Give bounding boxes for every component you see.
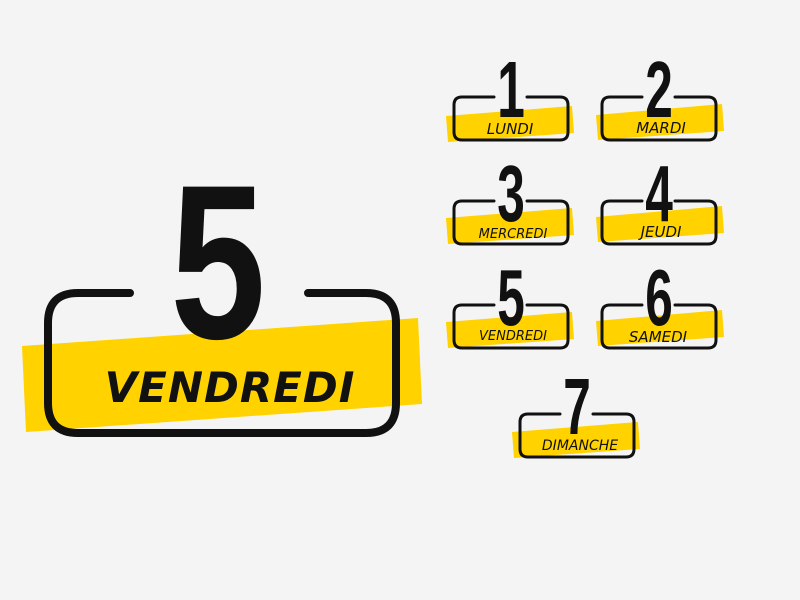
featured-day-label: VENDREDI bbox=[105, 363, 356, 412]
day-badge-samedi: 6 SAMEDI bbox=[596, 254, 724, 350]
day-label: MERCREDI bbox=[479, 227, 548, 242]
featured-badge: 5 VENDREDI bbox=[22, 138, 422, 437]
day-badge-lundi: 1 LUNDI bbox=[446, 46, 574, 142]
day-number: 3 bbox=[497, 150, 525, 239]
weekday-badges-illustration: 5 VENDREDI 1 LUNDI 2 MARDI 3 MERCREDI 4 … bbox=[0, 0, 800, 600]
day-badge-dimanche: 7 DIMANCHE bbox=[512, 363, 640, 459]
day-badge-mardi: 2 MARDI bbox=[596, 46, 724, 142]
day-label: MARDI bbox=[636, 119, 686, 137]
day-label: VENDREDI bbox=[479, 329, 547, 344]
featured-number: 5 bbox=[170, 138, 265, 384]
day-badge-mercredi: 3 MERCREDI bbox=[446, 150, 574, 246]
day-badge-jeudi: 4 JEUDI bbox=[596, 150, 724, 246]
day-label: SAMEDI bbox=[629, 328, 688, 346]
day-label: JEUDI bbox=[638, 223, 682, 241]
day-badge-vendredi: 5 VENDREDI bbox=[446, 254, 574, 350]
day-label: DIMANCHE bbox=[542, 438, 618, 454]
day-label: LUNDI bbox=[487, 120, 534, 138]
